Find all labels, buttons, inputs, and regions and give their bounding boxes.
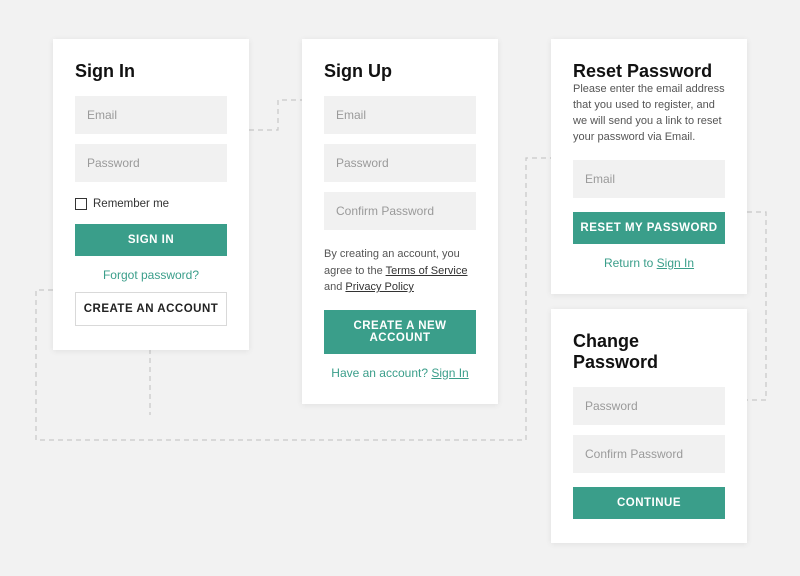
return-signin-link[interactable]: Sign In: [657, 256, 694, 270]
signin-email-input[interactable]: [75, 96, 227, 134]
reset-title: Reset Password: [573, 61, 725, 82]
change-password-card: Change Password Continue: [551, 309, 747, 543]
have-account-text: Have an account? Sign In: [324, 366, 476, 380]
remember-me-checkbox[interactable]: Remember me: [75, 198, 227, 210]
terms-text: By creating an account, you agree to the…: [324, 246, 476, 296]
reset-password-card: Reset Password Please enter the email ad…: [551, 39, 747, 294]
signup-confirm-password-input[interactable]: [324, 192, 476, 230]
signup-email-input[interactable]: [324, 96, 476, 134]
reset-email-input[interactable]: [573, 160, 725, 198]
signup-signin-link[interactable]: Sign In: [431, 366, 468, 380]
signup-password-input[interactable]: [324, 144, 476, 182]
change-confirm-password-input[interactable]: [573, 435, 725, 473]
terms-of-service-link[interactable]: Terms of Service: [386, 265, 468, 277]
reset-password-button[interactable]: Reset My Password: [573, 212, 725, 244]
change-password-input[interactable]: [573, 387, 725, 425]
create-account-button[interactable]: Create an Account: [75, 292, 227, 326]
signin-card: Sign In Remember me Sign In Forgot passw…: [53, 39, 249, 350]
return-text: Return to Sign In: [573, 256, 725, 270]
remember-me-label: Remember me: [93, 198, 169, 210]
signin-password-input[interactable]: [75, 144, 227, 182]
privacy-policy-link[interactable]: Privacy Policy: [345, 281, 413, 293]
create-new-account-button[interactable]: Create a New Account: [324, 310, 476, 354]
change-title: Change Password: [573, 331, 725, 373]
reset-instructions: Please enter the email address that you …: [573, 82, 725, 146]
signup-card: Sign Up By creating an account, you agre…: [302, 39, 498, 404]
continue-button[interactable]: Continue: [573, 487, 725, 519]
signup-title: Sign Up: [324, 61, 476, 82]
signin-button[interactable]: Sign In: [75, 224, 227, 256]
forgot-password-link[interactable]: Forgot password?: [103, 268, 199, 282]
signin-title: Sign In: [75, 61, 227, 82]
checkbox-icon: [75, 198, 87, 210]
